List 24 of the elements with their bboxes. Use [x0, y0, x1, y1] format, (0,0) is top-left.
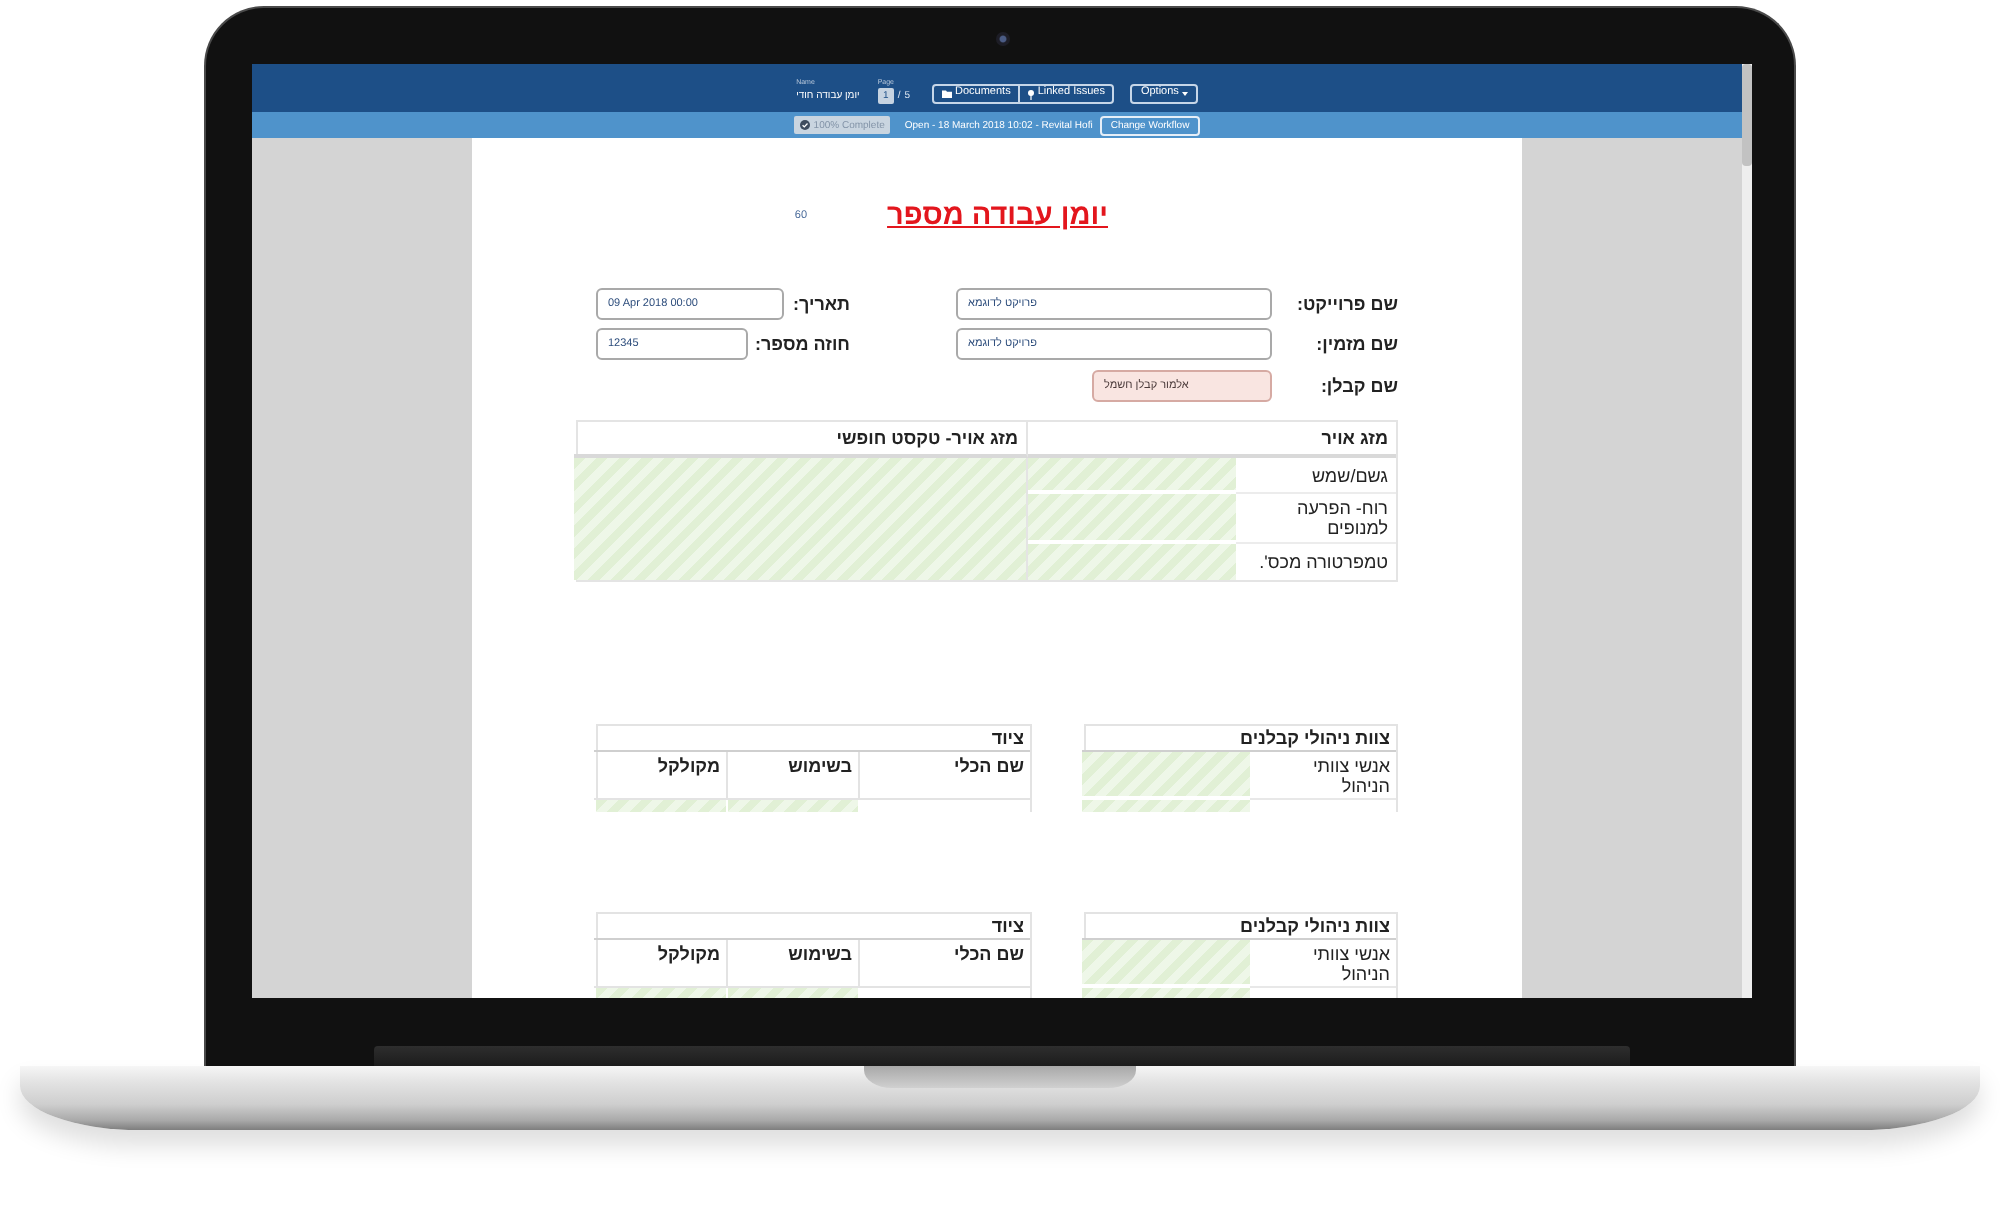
- field-label: שם מזמין:: [1314, 334, 1398, 354]
- pin-icon: [1028, 89, 1035, 99]
- row-label: טמפרטורה מכס'.: [1257, 550, 1390, 576]
- scrollbar-thumb[interactable]: [1742, 64, 1752, 166]
- column-header: שם הכלי: [858, 752, 1030, 800]
- scrollbar-track[interactable]: [1742, 64, 1752, 998]
- input-field[interactable]: [1028, 544, 1236, 580]
- camera-icon: [995, 32, 1009, 46]
- column-header: שם הכלי: [858, 940, 1030, 988]
- free-text-field[interactable]: [574, 458, 1028, 580]
- field-label: חוזה מספר:: [755, 334, 850, 354]
- input-field[interactable]: [1082, 752, 1250, 800]
- folder-icon: [942, 90, 952, 98]
- table-title: ציוד: [594, 726, 1030, 752]
- document-title: יומן עבודה מספר: [887, 200, 1108, 232]
- field-label: תאריך:: [792, 293, 850, 313]
- caret-icon: [1181, 92, 1188, 96]
- table-title: ציוד: [594, 914, 1030, 940]
- input-field[interactable]: [1082, 940, 1250, 988]
- input-field[interactable]: [1028, 494, 1236, 544]
- input-field[interactable]: [1028, 458, 1236, 494]
- check-circle-icon: [800, 120, 811, 130]
- field-label: שם פרוייקט:: [1294, 293, 1398, 313]
- field-label: שם קבלן:: [1318, 375, 1398, 395]
